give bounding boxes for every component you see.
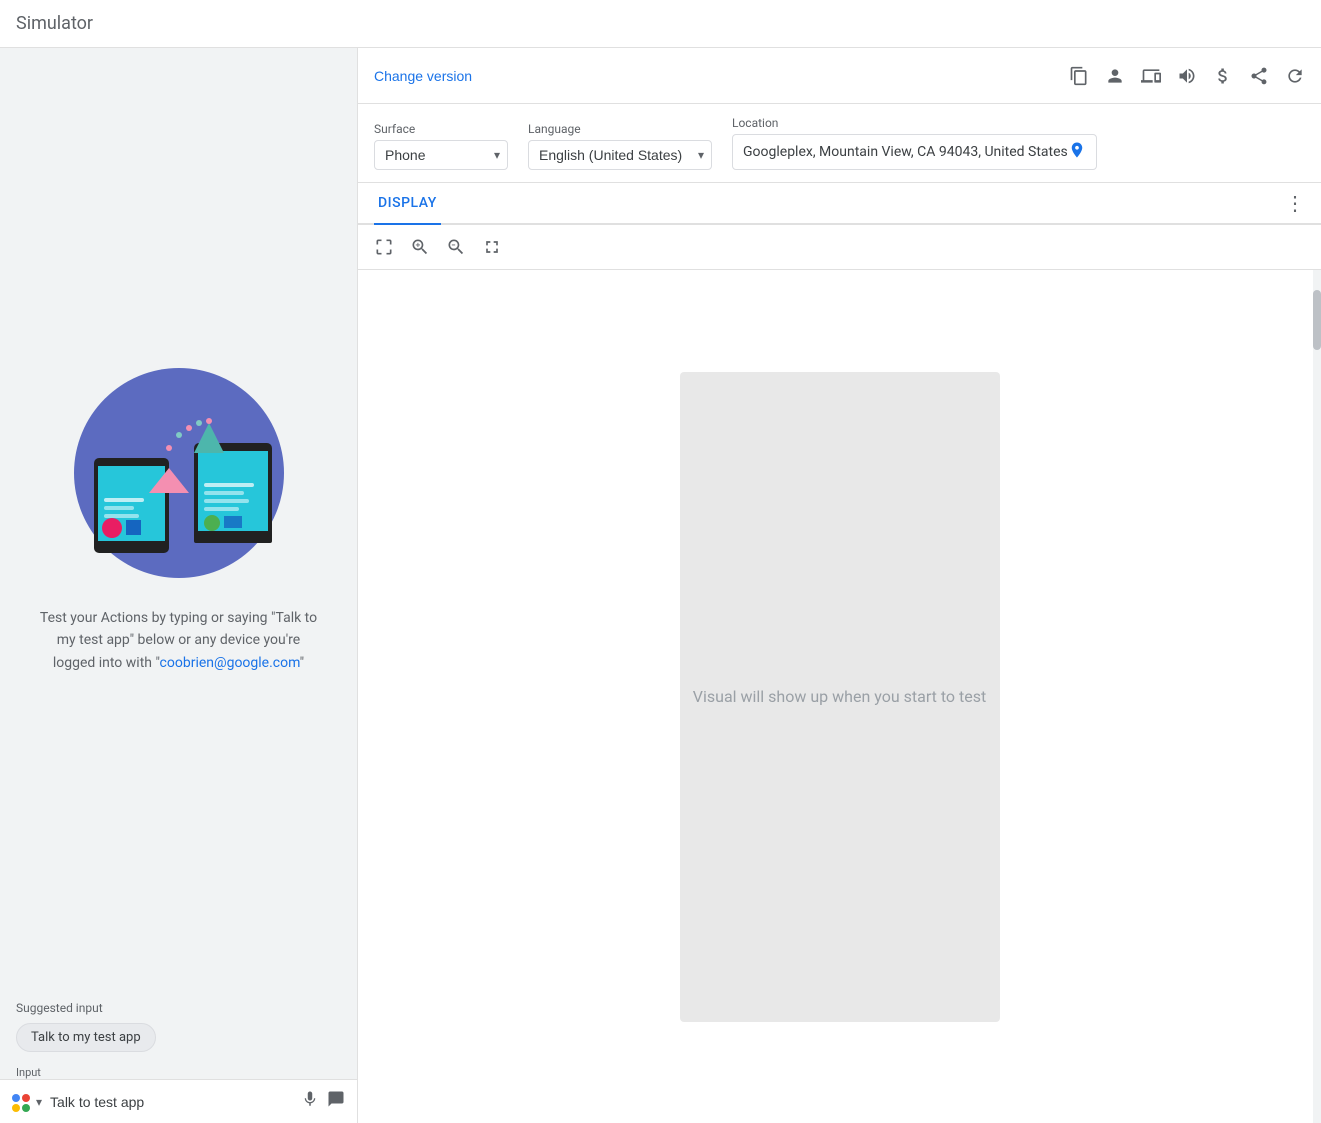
input-field[interactable] bbox=[50, 1094, 293, 1110]
display-controls bbox=[358, 225, 1321, 270]
ga-dot-blue bbox=[12, 1094, 20, 1102]
scrollbar-thumb bbox=[1313, 290, 1321, 350]
display-tabs: DISPLAY ⋮ bbox=[358, 183, 1321, 225]
surface-group: Surface Phone Smart Display Smart Speake… bbox=[374, 122, 508, 170]
account-icon[interactable] bbox=[1105, 66, 1125, 86]
fit-screen-button[interactable] bbox=[370, 233, 398, 261]
tab-display[interactable]: DISPLAY bbox=[374, 183, 441, 225]
settings-bar: Surface Phone Smart Display Smart Speake… bbox=[358, 104, 1321, 183]
right-icons bbox=[1069, 66, 1305, 86]
mic-icon[interactable] bbox=[301, 1090, 319, 1113]
display-area: Visual will show up when you start to te… bbox=[358, 270, 1321, 1123]
dropdown-arrow[interactable]: ▾ bbox=[36, 1095, 42, 1109]
right-panel: Change version bbox=[358, 48, 1321, 1123]
zoom-in-button[interactable] bbox=[406, 233, 434, 261]
caption-icon[interactable] bbox=[327, 1090, 345, 1113]
language-select-wrapper: English (United States) English (UK) Fre… bbox=[528, 140, 712, 170]
suggested-chip[interactable]: Talk to my test app bbox=[16, 1023, 156, 1052]
location-pin-icon[interactable] bbox=[1068, 141, 1086, 163]
app-title: Simulator bbox=[16, 13, 93, 34]
language-label: Language bbox=[528, 122, 712, 136]
language-select[interactable]: English (United States) English (UK) Fre… bbox=[528, 140, 712, 170]
simulator-illustration bbox=[69, 363, 289, 583]
devices-icon[interactable] bbox=[1141, 66, 1161, 86]
suggested-input-section: Suggested input Talk to my test app bbox=[0, 989, 357, 1060]
share-icon[interactable] bbox=[1249, 66, 1269, 86]
user-email: coobrien@google.com bbox=[160, 655, 300, 671]
dollar-icon[interactable] bbox=[1213, 66, 1233, 86]
suggested-input-label: Suggested input bbox=[16, 1001, 341, 1015]
surface-label: Surface bbox=[374, 122, 508, 136]
change-version-button[interactable]: Change version bbox=[374, 68, 472, 84]
description-text: Test your Actions by typing or saying "T… bbox=[39, 607, 319, 674]
zoom-out-button[interactable] bbox=[442, 233, 470, 261]
location-label: Location bbox=[732, 116, 1097, 130]
location-value: Googleplex, Mountain View, CA 94043, Uni… bbox=[743, 144, 1068, 160]
refresh-icon[interactable] bbox=[1285, 66, 1305, 86]
language-group: Language English (United States) English… bbox=[528, 122, 712, 170]
surface-select[interactable]: Phone Smart Display Smart Speaker bbox=[374, 140, 508, 170]
location-group: Location Googleplex, Mountain View, CA 9… bbox=[732, 116, 1097, 170]
phone-mockup: Visual will show up when you start to te… bbox=[680, 372, 1000, 1022]
assistant-icon[interactable] bbox=[12, 1094, 28, 1110]
ga-dot-green bbox=[22, 1104, 30, 1112]
top-bar: Simulator bbox=[0, 0, 1321, 48]
left-panel: Test your Actions by typing or saying "T… bbox=[0, 48, 358, 1123]
ga-dot-red bbox=[22, 1094, 30, 1102]
volume-icon[interactable] bbox=[1177, 66, 1197, 86]
location-field: Googleplex, Mountain View, CA 94043, Uni… bbox=[732, 134, 1097, 170]
surface-select-wrapper: Phone Smart Display Smart Speaker bbox=[374, 140, 508, 170]
input-section-label: Input bbox=[0, 1060, 357, 1079]
copy-icon[interactable] bbox=[1069, 66, 1089, 86]
left-panel-content: Test your Actions by typing or saying "T… bbox=[0, 48, 357, 989]
ga-dot-yellow bbox=[12, 1104, 20, 1112]
more-options-icon[interactable]: ⋮ bbox=[1285, 191, 1305, 215]
display-placeholder: Visual will show up when you start to te… bbox=[693, 687, 986, 706]
scrollbar-track[interactable] bbox=[1313, 270, 1321, 1123]
right-toolbar: Change version bbox=[358, 48, 1321, 104]
fullscreen-button[interactable] bbox=[478, 233, 506, 261]
main-layout: Test your Actions by typing or saying "T… bbox=[0, 48, 1321, 1123]
input-bar: ▾ bbox=[0, 1079, 357, 1123]
